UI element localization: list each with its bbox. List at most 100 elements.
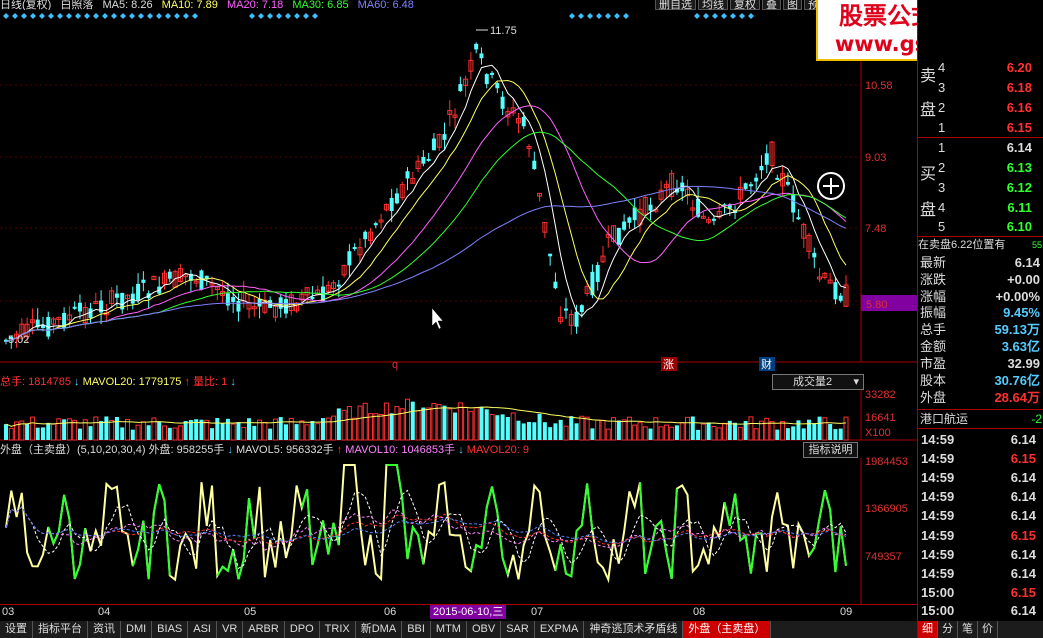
candle-body	[521, 116, 526, 127]
stock-chart-area[interactable]: 10.58 9.03 7.48 5.80 11.75 5.02 q 涨 财 33…	[0, 10, 917, 604]
bid-row[interactable]: 2 6.13	[918, 158, 1043, 177]
volume-bar	[721, 422, 727, 441]
event-marker-q[interactable]: q	[392, 359, 398, 371]
volume-bar	[648, 428, 653, 440]
ma-line	[5, 105, 847, 342]
volume-ma-line	[5, 406, 847, 427]
tab-arbr[interactable]: ARBR	[243, 621, 285, 638]
volume-bar	[88, 426, 93, 440]
volume-select-label: 成交量2	[793, 376, 833, 388]
candle-body	[490, 72, 495, 75]
tab-bbi[interactable]: BBI	[402, 621, 431, 638]
volume-bar	[29, 416, 35, 441]
volume-bar	[780, 420, 786, 441]
tab-dmi[interactable]: DMI	[121, 621, 153, 638]
candle-body	[648, 204, 653, 211]
tab-dpo[interactable]: DPO	[285, 621, 320, 638]
ma-line	[5, 64, 847, 342]
chart-button[interactable]: 图	[783, 0, 802, 11]
bid-row[interactable]: 5 6.10	[918, 217, 1043, 236]
volume-bar	[230, 423, 236, 441]
tab-sar[interactable]: SAR	[501, 621, 535, 638]
tab-tick[interactable]: 笔	[958, 621, 978, 638]
volume-bar	[753, 428, 759, 441]
tab-bias[interactable]: BIAS	[152, 621, 189, 638]
sector-row[interactable]: 港口航运 -2	[918, 409, 1043, 427]
volume-bar	[542, 422, 547, 440]
volume-bar	[278, 417, 283, 440]
candle-body	[284, 299, 288, 314]
outer-volume-line	[5, 464, 847, 584]
volume-bar	[769, 421, 775, 441]
ask-row[interactable]: 2 6.16	[918, 98, 1043, 117]
tab-new-dma[interactable]: 新DMA	[356, 621, 403, 638]
volume-bar	[331, 415, 337, 441]
candle-body	[495, 83, 500, 89]
tab-price[interactable]: 价	[978, 621, 998, 638]
signal-diamond-icon	[748, 13, 754, 19]
volume-bar	[558, 419, 563, 440]
tab-mtm[interactable]: MTM	[431, 621, 467, 638]
tick-row: 14:59 6.15	[921, 528, 1036, 543]
price-tick-1: 10.58	[865, 80, 893, 92]
zoom-plus-icon[interactable]	[817, 172, 845, 200]
tab-news[interactable]: 资讯	[88, 621, 121, 638]
adjust-button[interactable]: 复权	[730, 0, 760, 11]
remove-watchlist-button[interactable]: 删自选	[655, 0, 696, 11]
candle-body	[812, 252, 817, 258]
signal-diamond-icon	[614, 13, 620, 19]
tab-minute[interactable]: 分	[938, 621, 958, 638]
ask-row[interactable]: 3 6.18	[918, 78, 1043, 97]
ask-row[interactable]: 1 6.15	[918, 118, 1043, 137]
total-volume: 总手: 1814785	[0, 376, 71, 388]
tab-expma[interactable]: EXPMA	[535, 621, 585, 638]
indicator-help-button[interactable]: 指标说明	[803, 442, 858, 458]
signal-diamond-icon	[165, 13, 171, 19]
volume-bar	[35, 427, 40, 440]
volume-indicator-select[interactable]: 成交量2 ▾	[772, 374, 864, 390]
tab-asi[interactable]: ASI	[188, 621, 217, 638]
volume-bar	[510, 412, 516, 441]
tab-obv[interactable]: OBV	[467, 621, 502, 638]
volume-bar	[140, 421, 146, 441]
event-marker-zhang[interactable]: 涨	[663, 358, 674, 371]
bid-row[interactable]: 4 6.11	[918, 198, 1043, 217]
tab-vr[interactable]: VR	[217, 621, 244, 638]
candle-body	[833, 282, 838, 300]
tab-escape-top[interactable]: 神奇逃顶术矛盾线	[584, 621, 684, 638]
signal-diamond-icon	[12, 13, 18, 19]
tab-indicator-platform[interactable]: 指标平台	[33, 621, 88, 638]
volume-bar	[72, 419, 78, 441]
volume-bar	[468, 410, 474, 441]
ma-button[interactable]: 均线	[698, 0, 728, 11]
volume-bar	[268, 428, 273, 440]
tab-outer-volume[interactable]: 外盘（主卖盘）	[683, 621, 772, 638]
signal-diamond-icon	[294, 13, 300, 19]
volume-bar	[532, 422, 537, 440]
bid-row[interactable]: 1 6.14	[918, 138, 1043, 157]
volume-bar	[521, 423, 526, 440]
volume-bar	[130, 429, 135, 440]
bid-row[interactable]: 3 6.12	[918, 178, 1043, 197]
quote-turnover: 金额 3.63亿	[920, 339, 1040, 354]
ma-line	[5, 131, 847, 342]
candle-body	[136, 283, 141, 300]
tab-settings[interactable]: 设置	[0, 621, 33, 638]
tab-detail[interactable]: 细	[918, 621, 938, 638]
volume-bar	[817, 416, 822, 440]
event-marker-cai[interactable]: 财	[761, 357, 772, 371]
candle-body	[431, 138, 436, 151]
volume-bar	[25, 423, 30, 440]
candle-body	[421, 156, 426, 164]
overlay-button[interactable]: 叠	[762, 0, 781, 11]
signal-diamond-icon	[249, 13, 255, 19]
candle-body	[167, 271, 172, 279]
volume-bar	[807, 419, 812, 440]
tab-trix[interactable]: TRIX	[320, 621, 356, 638]
volume-bar	[183, 421, 188, 440]
signal-diamond-icon	[739, 13, 745, 19]
candle-body	[389, 197, 394, 212]
ask-row[interactable]: 4 6.20	[918, 58, 1043, 77]
candle-body	[532, 160, 537, 170]
volume-bar	[621, 419, 627, 441]
